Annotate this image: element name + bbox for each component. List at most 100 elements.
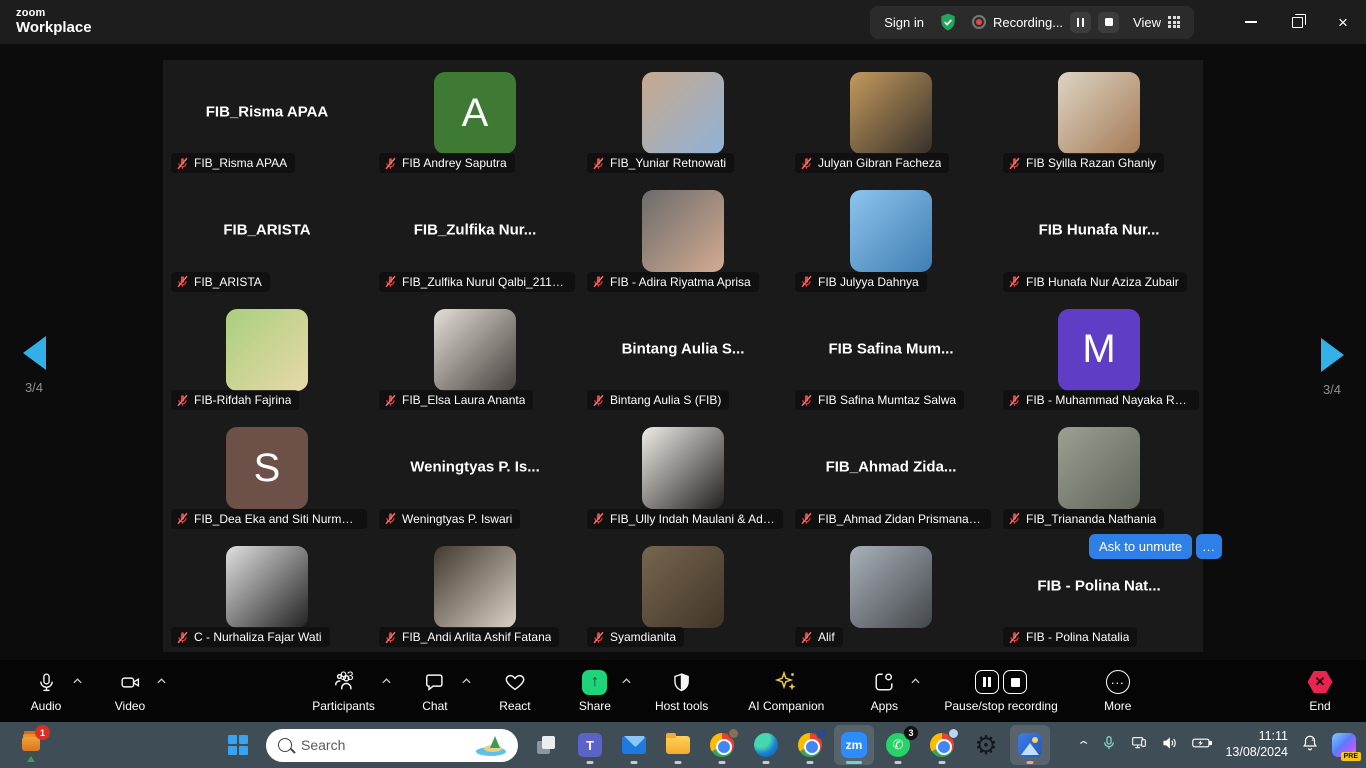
zoom-app-button[interactable]: zm bbox=[834, 725, 874, 765]
search-input[interactable]: Search bbox=[266, 729, 518, 762]
gallery-grid: FIB_Risma APAA FIB_Risma APAA A bbox=[163, 60, 1203, 652]
pause-recording-button[interactable] bbox=[1070, 12, 1091, 33]
participant-tile[interactable]: A FIB Andrey Saputra bbox=[371, 60, 579, 178]
ai-companion-button[interactable]: AI Companion bbox=[748, 670, 824, 713]
participant-tile[interactable]: C - Nurhaliza Fajar Wati bbox=[163, 534, 371, 652]
search-daily-image-icon[interactable] bbox=[476, 734, 510, 756]
more-button[interactable]: ... More bbox=[1098, 670, 1138, 713]
clock[interactable]: 11:11 13/08/2024 bbox=[1225, 729, 1288, 760]
participants-button[interactable]: Participants 93 bbox=[312, 670, 375, 713]
mic-muted-icon bbox=[1008, 275, 1021, 288]
shield-icon bbox=[671, 670, 692, 695]
tray-battery-icon[interactable] bbox=[1192, 736, 1212, 755]
notification-bell-icon[interactable]: z bbox=[1301, 734, 1319, 757]
participants-label: Participants bbox=[312, 699, 375, 713]
participant-tile[interactable]: FIB_Triananda Nathania bbox=[995, 415, 1203, 533]
tray-display-icon[interactable] bbox=[1130, 735, 1148, 756]
participant-label: FIB_Elsa Laura Ananta bbox=[379, 390, 533, 410]
close-icon: × bbox=[1338, 14, 1348, 31]
zoom-meeting-window: zoom Workplace Sign in Recording... View bbox=[0, 0, 1366, 768]
host-tools-button[interactable]: Host tools bbox=[655, 670, 708, 713]
tray-microphone-icon[interactable] bbox=[1101, 735, 1117, 756]
whatsapp-button[interactable]: ✆ 3 bbox=[878, 725, 918, 765]
participant-tile[interactable]: M FIB - Muhammad Nayaka Rey... bbox=[995, 297, 1203, 415]
chevron-up-icon[interactable] bbox=[622, 673, 631, 687]
participant-tile[interactable]: Syamdianita bbox=[579, 534, 787, 652]
edge-browser-button[interactable] bbox=[746, 725, 786, 765]
pause-stop-recording-button[interactable]: Pause/stop recording bbox=[944, 670, 1057, 713]
page-indicator: 3/4 bbox=[1302, 382, 1362, 397]
previous-page-arrow-icon[interactable] bbox=[23, 336, 46, 370]
participant-tile[interactable]: Weningtyas P. Is... Weningtyas P. Iswari bbox=[371, 415, 579, 533]
teams-app-button[interactable]: T bbox=[570, 725, 610, 765]
participant-tile[interactable]: FIB Safina Mum... FIB Safina Mumtaz Salw… bbox=[787, 297, 995, 415]
chevron-up-icon[interactable] bbox=[462, 673, 471, 687]
participant-tile[interactable]: FIB_Elsa Laura Ananta bbox=[371, 297, 579, 415]
notification-tray-icon[interactable]: 1 bbox=[20, 729, 46, 759]
participant-tile[interactable]: FIB_Andi Arlita Ashif Fatana bbox=[371, 534, 579, 652]
mic-muted-icon bbox=[176, 157, 189, 170]
settings-button[interactable]: ⚙ bbox=[966, 725, 1006, 765]
participant-tile[interactable]: Julyan Gibran Facheza bbox=[787, 60, 995, 178]
apps-button[interactable]: Apps bbox=[864, 670, 904, 713]
file-explorer-button[interactable] bbox=[658, 725, 698, 765]
participant-tile[interactable]: FIB_Ully Indah Maulani & Adel... bbox=[579, 415, 787, 533]
more-options-button[interactable]: ... bbox=[1196, 534, 1222, 559]
chevron-up-icon[interactable] bbox=[157, 673, 166, 687]
sign-in-button[interactable]: Sign in bbox=[884, 15, 924, 30]
heart-icon bbox=[504, 670, 526, 695]
photos-app-button[interactable] bbox=[1010, 725, 1050, 765]
chrome-profile2-button[interactable] bbox=[790, 725, 830, 765]
person-black-cap-photo bbox=[226, 546, 308, 628]
participant-tile[interactable]: FIB_Risma APAA FIB_Risma APAA bbox=[163, 60, 371, 178]
more-label: More bbox=[1104, 699, 1131, 713]
minimize-button[interactable] bbox=[1228, 0, 1274, 44]
chat-button[interactable]: Chat bbox=[415, 670, 455, 713]
participant-tile[interactable]: FIB-Rifdah Fajrina bbox=[163, 297, 371, 415]
end-meeting-button[interactable]: ✕ End bbox=[1300, 670, 1340, 713]
participant-tile[interactable]: FIB Syilla Razan Ghaniy bbox=[995, 60, 1203, 178]
participant-tile[interactable]: Alif bbox=[787, 534, 995, 652]
arrow-icon bbox=[27, 756, 35, 762]
participant-label: Syamdianita bbox=[587, 627, 684, 647]
chat-label: Chat bbox=[422, 699, 447, 713]
participant-label: FIB - Adira Riyatma Aprisa bbox=[587, 272, 759, 292]
react-button[interactable]: React bbox=[495, 670, 535, 713]
close-button[interactable]: × bbox=[1320, 0, 1366, 44]
participant-tile[interactable]: FIB Hunafa Nur... FIB Hunafa Nur Aziza Z… bbox=[995, 178, 1203, 296]
stop-recording-button[interactable] bbox=[1098, 12, 1119, 33]
next-page-arrow-icon[interactable] bbox=[1321, 338, 1344, 372]
logo-line-2: Workplace bbox=[16, 20, 92, 36]
copilot-icon[interactable]: PRE bbox=[1332, 733, 1356, 757]
ask-to-unmute-button[interactable]: Ask to unmute bbox=[1089, 534, 1192, 559]
chevron-up-icon[interactable] bbox=[382, 673, 391, 687]
task-view-button[interactable] bbox=[526, 725, 566, 765]
audio-button[interactable]: Audio bbox=[26, 670, 66, 713]
tray-volume-icon[interactable] bbox=[1161, 735, 1179, 756]
participant-tile[interactable]: FIB Julyya Dahnya bbox=[787, 178, 995, 296]
chevron-up-icon[interactable] bbox=[911, 673, 920, 687]
girl-beret-photo bbox=[1058, 427, 1140, 509]
titlebar-controls: Sign in Recording... View bbox=[870, 6, 1194, 39]
participant-tile[interactable]: S FIB_Dea Eka and Siti Nurmasyi... bbox=[163, 415, 371, 533]
security-shield-icon[interactable] bbox=[938, 12, 958, 32]
participant-tile[interactable]: Bintang Aulia S... Bintang Aulia S (FIB) bbox=[579, 297, 787, 415]
tray-chevron-up-icon[interactable]: ⌃ bbox=[1076, 739, 1091, 752]
chrome-profile3-button[interactable] bbox=[922, 725, 962, 765]
participant-tile[interactable]: FIB_Ahmad Zida... FIB_Ahmad Zidan Prisma… bbox=[787, 415, 995, 533]
restore-button[interactable] bbox=[1274, 0, 1320, 44]
participant-tile[interactable]: FIB - Adira Riyatma Aprisa bbox=[579, 178, 787, 296]
stop-recording-icon[interactable] bbox=[1003, 670, 1027, 694]
participant-tile[interactable]: FIB_ARISTA FIB_ARISTA bbox=[163, 178, 371, 296]
participant-tile[interactable]: FIB_Zulfika Nur... FIB_Zulfika Nurul Qal… bbox=[371, 178, 579, 296]
chevron-up-icon[interactable] bbox=[73, 673, 82, 687]
view-button[interactable]: View bbox=[1133, 15, 1180, 30]
share-button[interactable]: ↑ Share bbox=[575, 670, 615, 713]
pause-recording-icon[interactable] bbox=[975, 670, 999, 694]
profile-badge bbox=[816, 728, 827, 739]
start-button[interactable] bbox=[218, 725, 258, 765]
participant-tile[interactable]: FIB_Yuniar Retnowati bbox=[579, 60, 787, 178]
mail-app-button[interactable] bbox=[614, 725, 654, 765]
video-button[interactable]: Video bbox=[110, 670, 150, 713]
chrome-profile1-button[interactable] bbox=[702, 725, 742, 765]
